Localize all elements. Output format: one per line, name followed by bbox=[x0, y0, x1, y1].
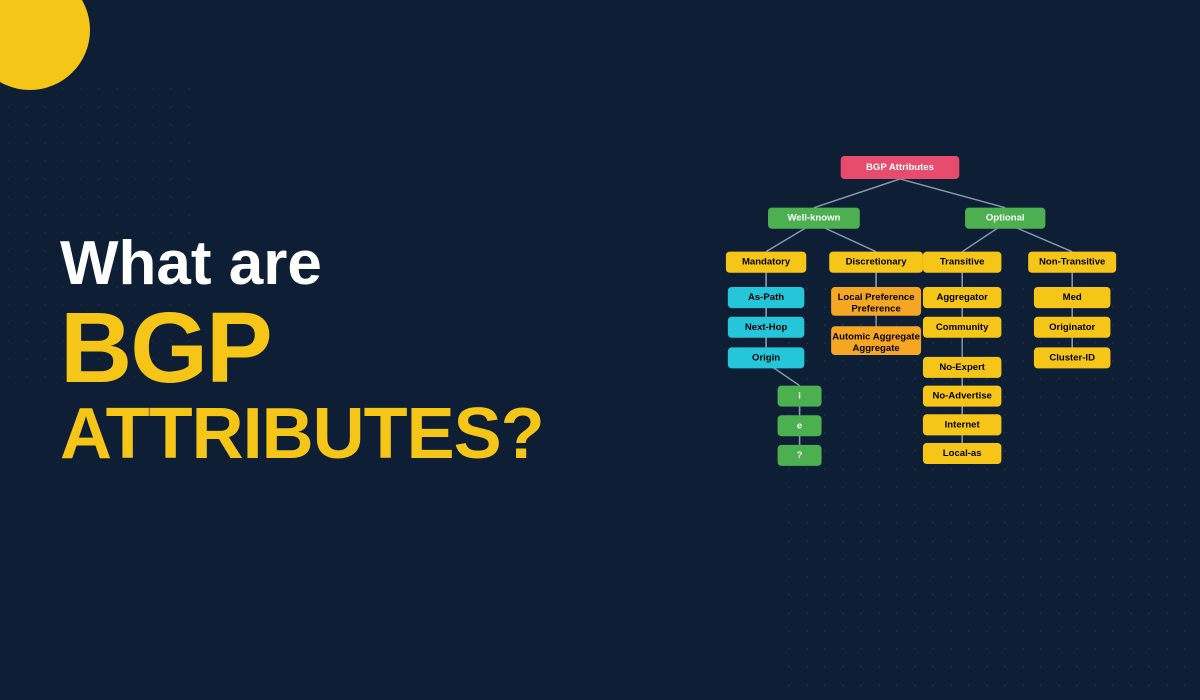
node-internet-label: Internet bbox=[945, 419, 981, 430]
node-autoaggregate-label2: Aggregate bbox=[852, 343, 899, 354]
node-localpref-label: Local Preference bbox=[838, 292, 915, 303]
node-discretionary-label: Discretionary bbox=[846, 257, 908, 268]
node-aspath-label: As-Path bbox=[748, 292, 784, 303]
node-community-label: Community bbox=[936, 322, 989, 333]
background: What are BGP ATTRIBUTES? bbox=[0, 0, 1200, 700]
node-q-label: ? bbox=[797, 450, 803, 461]
node-transitive-label: Transitive bbox=[940, 257, 985, 268]
node-autoaggregate-label: Automic Aggregate bbox=[832, 331, 920, 342]
node-origin-label: Origin bbox=[752, 352, 780, 363]
node-nontransitive-label: Non-Transitive bbox=[1039, 257, 1105, 268]
node-optional-label: Optional bbox=[986, 213, 1025, 224]
node-i-label: i bbox=[798, 391, 801, 402]
node-bgp-label: BGP Attributes bbox=[866, 162, 934, 173]
yellow-circle-decoration bbox=[0, 0, 90, 90]
node-med-label: Med bbox=[1063, 292, 1082, 303]
node-localas-label: Local-as bbox=[943, 448, 982, 459]
node-aggregator-label: Aggregator bbox=[936, 292, 988, 303]
title-line2: BGP bbox=[60, 298, 544, 398]
node-localpref-label2: Preference bbox=[851, 304, 900, 315]
bgp-diagram: BGP Attributes Well-known Optional Manda… bbox=[620, 139, 1180, 579]
title-line1: What are bbox=[60, 230, 544, 298]
node-mandatory-label: Mandatory bbox=[742, 257, 791, 268]
title-line3: ATTRIBUTES? bbox=[60, 398, 544, 470]
node-noexpert-label: No-Expert bbox=[939, 362, 985, 373]
node-nexthop-label: Next-Hop bbox=[745, 322, 788, 333]
node-originator-label: Originator bbox=[1049, 322, 1095, 333]
left-text-section: What are BGP ATTRIBUTES? bbox=[60, 230, 544, 470]
node-wellknown-label: Well-known bbox=[787, 213, 840, 224]
diagram-svg: BGP Attributes Well-known Optional Manda… bbox=[620, 139, 1180, 579]
node-e-label: e bbox=[797, 420, 802, 431]
node-noadvertise-label: No-Advertise bbox=[932, 391, 991, 402]
node-clusterid-label: Cluster-ID bbox=[1049, 352, 1095, 363]
